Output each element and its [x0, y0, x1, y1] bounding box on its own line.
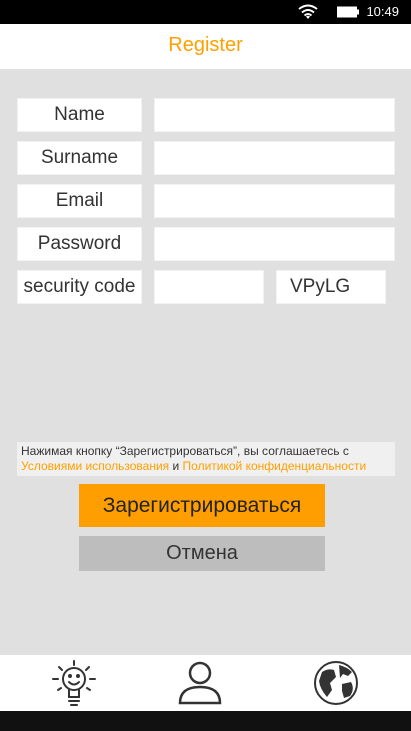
cancel-button[interactable]: Отмена: [79, 536, 325, 571]
terms-link[interactable]: Условиями использования: [21, 459, 169, 473]
security-code-captcha: VPyLG: [276, 270, 386, 304]
terms-notice: Нажимая кнопку “Зарегистрироваться”, вы …: [17, 442, 395, 476]
nav-profile[interactable]: [170, 655, 230, 711]
terms-text: Нажимая кнопку “Зарегистрироваться”, вы …: [21, 444, 349, 458]
wifi-icon: [298, 4, 318, 19]
status-time: 10:49: [366, 4, 399, 19]
terms-conjunction: и: [172, 459, 180, 473]
security-code-label: security code: [17, 270, 142, 304]
app-bar: Register: [0, 24, 411, 69]
profile-icon: [178, 661, 222, 705]
security-code-input[interactable]: [154, 270, 264, 304]
nav-globe[interactable]: [306, 655, 366, 711]
ideas-icon: [52, 660, 96, 706]
name-input[interactable]: [154, 98, 395, 132]
battery-icon: [337, 6, 359, 18]
status-bar: 10:49: [0, 0, 411, 24]
nav-ideas[interactable]: [44, 655, 104, 711]
surname-label: Surname: [17, 141, 142, 175]
privacy-link[interactable]: Политикой конфиденциальности: [183, 459, 367, 473]
password-input[interactable]: [154, 227, 395, 261]
register-button[interactable]: Зарегистрироваться: [79, 484, 325, 527]
globe-icon: [314, 661, 358, 705]
surname-input[interactable]: [154, 141, 395, 175]
name-label: Name: [17, 98, 142, 132]
bottom-nav: [0, 655, 411, 711]
page-title: Register: [168, 34, 243, 56]
email-input[interactable]: [154, 184, 395, 218]
system-nav-bar: [0, 711, 411, 731]
password-label: Password: [17, 227, 142, 261]
email-label: Email: [17, 184, 142, 218]
